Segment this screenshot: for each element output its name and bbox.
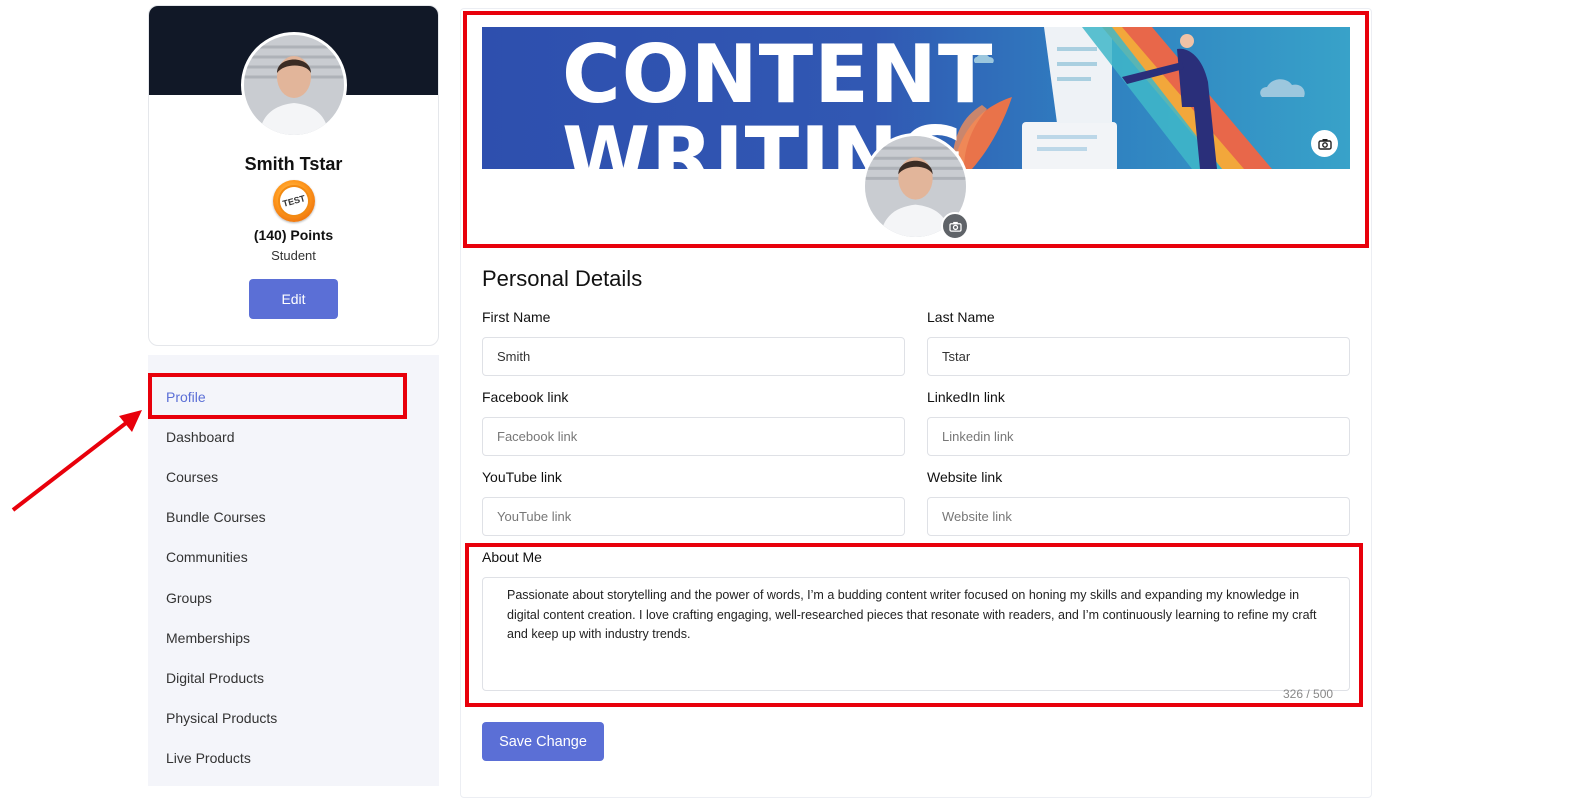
profile-points: (140) Points [253, 227, 334, 243]
sidebar-item-bundle-courses[interactable]: Bundle Courses [166, 509, 266, 525]
profile-avatar [241, 32, 347, 138]
sidebar-item-dashboard[interactable]: Dashboard [166, 429, 235, 445]
sidebar-item-digital-products[interactable]: Digital Products [166, 670, 264, 686]
sidebar-menu: Profile Dashboard Courses Bundle Courses… [148, 355, 439, 786]
youtube-input[interactable] [482, 497, 905, 536]
last-name-input[interactable] [927, 337, 1350, 376]
sidebar-item-physical-products[interactable]: Physical Products [166, 710, 277, 726]
badge-icon: TEST [273, 180, 315, 222]
sidebar-item-groups[interactable]: Groups [166, 590, 212, 606]
first-name-input[interactable] [482, 337, 905, 376]
profile-card: Smith Tstar TEST (140) Points Student Ed… [148, 5, 439, 346]
website-input[interactable] [927, 497, 1350, 536]
about-highlight-box [465, 543, 1363, 707]
sidebar-item-communities[interactable]: Communities [166, 549, 248, 565]
last-name-label: Last Name [927, 309, 995, 325]
cover-highlight-box [463, 11, 1369, 248]
sidebar-item-memberships[interactable]: Memberships [166, 630, 250, 646]
facebook-label: Facebook link [482, 389, 569, 405]
sidebar-item-courses[interactable]: Courses [166, 469, 218, 485]
linkedin-label: LinkedIn link [927, 389, 1005, 405]
sidebar-item-live-products[interactable]: Live Products [166, 750, 251, 766]
edit-button[interactable]: Edit [249, 279, 338, 319]
arrow-icon [11, 410, 142, 512]
badge-text: TEST [274, 181, 314, 221]
profile-highlight-box [148, 373, 407, 419]
linkedin-input[interactable] [927, 417, 1350, 456]
facebook-input[interactable] [482, 417, 905, 456]
profile-role: Student [271, 248, 316, 263]
section-title: Personal Details [482, 266, 643, 291]
first-name-label: First Name [482, 309, 551, 325]
website-label: Website link [927, 469, 1003, 485]
profile-name: Smith Tstar [244, 154, 343, 174]
youtube-label: YouTube link [482, 469, 562, 485]
save-button[interactable]: Save Change [482, 722, 604, 761]
